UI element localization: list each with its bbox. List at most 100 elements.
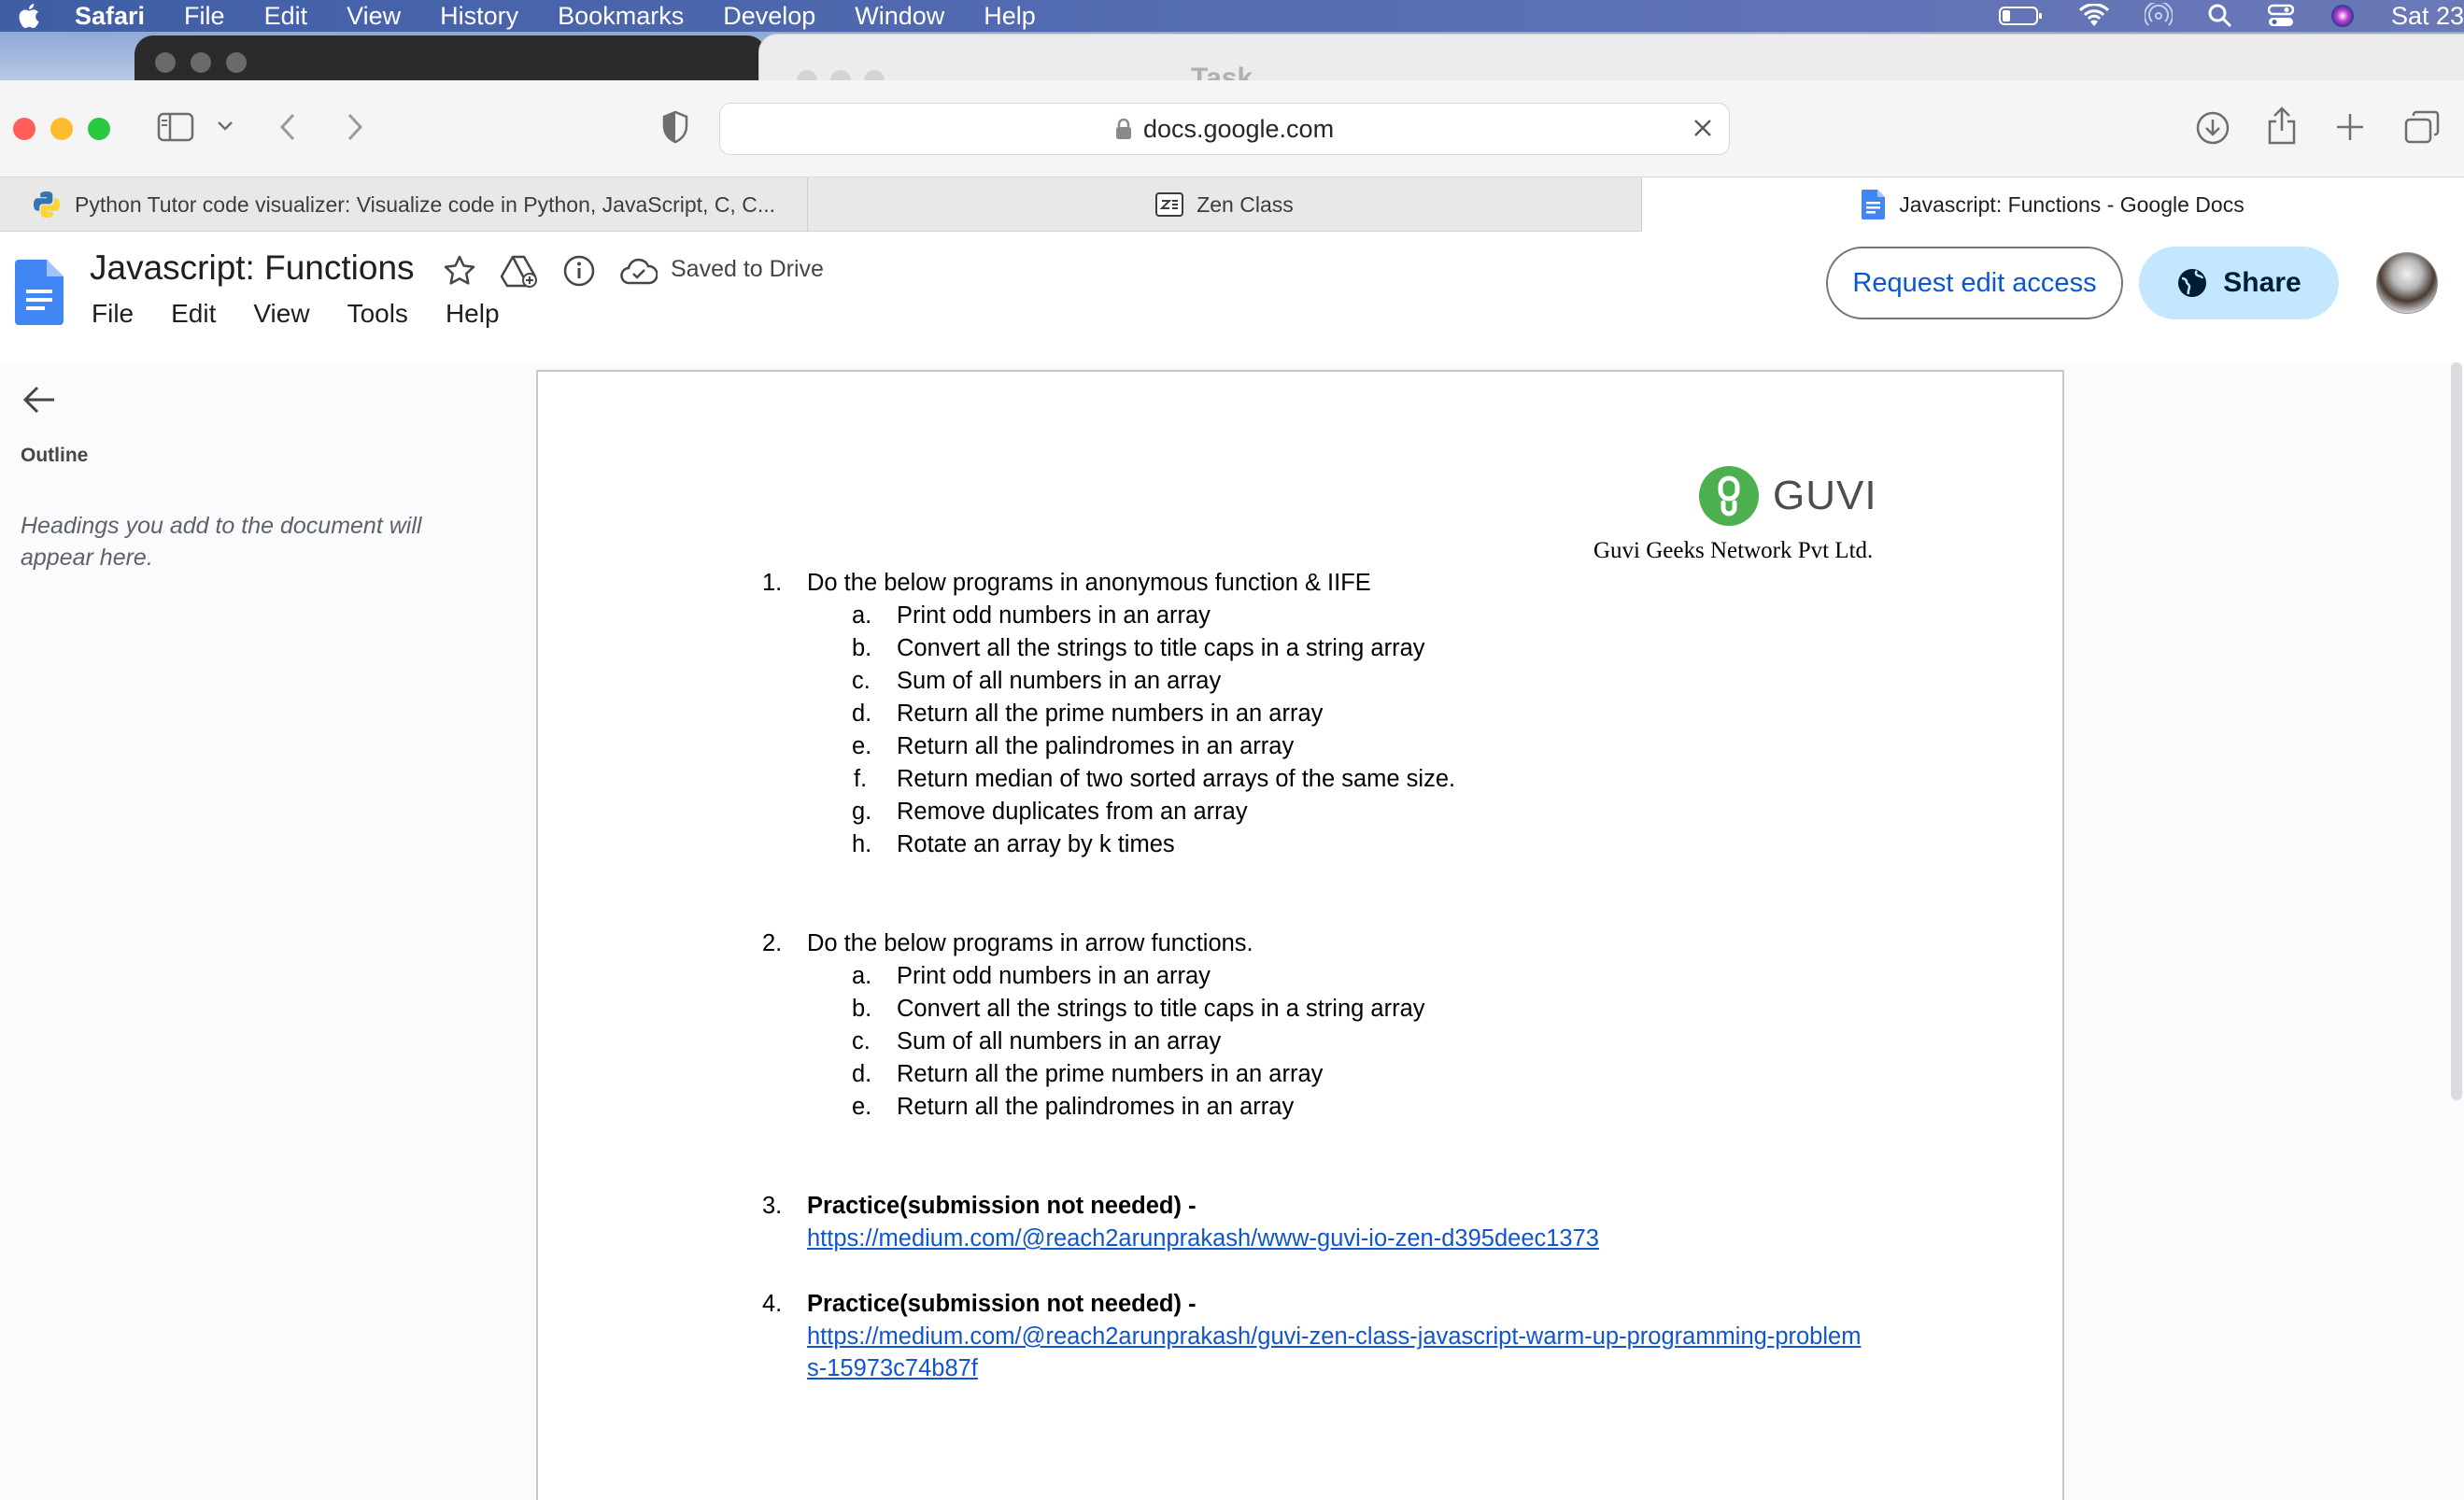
google-docs-favicon-icon xyxy=(1862,189,1886,220)
list-number: 2. xyxy=(762,930,783,956)
menu-file[interactable]: File xyxy=(184,2,225,31)
docs-menu-bar: File Edit View Tools Help xyxy=(92,299,537,329)
move-to-drive-icon[interactable] xyxy=(501,254,538,288)
menu-develop[interactable]: Develop xyxy=(723,2,815,31)
menu-window[interactable]: Window xyxy=(855,2,944,31)
docs-menu-file[interactable]: File xyxy=(92,299,134,329)
address-bar[interactable]: docs.google.com xyxy=(719,103,1730,155)
airdrop-icon[interactable] xyxy=(2144,3,2173,29)
sub-item-text: Return all the palindromes in an array xyxy=(897,733,1295,759)
wifi-icon[interactable] xyxy=(2078,4,2109,28)
share-page-icon[interactable] xyxy=(2266,106,2298,146)
background-window-title: Task xyxy=(1191,63,1253,80)
star-icon[interactable] xyxy=(443,254,476,288)
sub-item-letter: h. xyxy=(852,831,872,857)
window-dot xyxy=(797,70,817,80)
back-arrow-icon[interactable] xyxy=(276,112,299,142)
document-title[interactable]: Javascript: Functions xyxy=(90,248,415,288)
window-minimize-button[interactable] xyxy=(50,118,73,140)
docs-menu-edit[interactable]: Edit xyxy=(171,299,216,329)
practice-heading: Practice(submission not needed) - xyxy=(807,1193,1197,1219)
menu-view[interactable]: View xyxy=(347,2,401,31)
sub-item-letter: c. xyxy=(852,668,871,694)
sub-item-text: Convert all the strings to title caps in… xyxy=(897,635,1425,661)
downloads-icon[interactable] xyxy=(2195,110,2230,146)
window-zoom-button[interactable] xyxy=(88,118,110,140)
sidebar-toggle-icon[interactable] xyxy=(157,112,194,142)
google-docs-logo-icon[interactable] xyxy=(15,260,64,330)
safari-toolbar: docs.google.com xyxy=(0,80,2464,177)
battery-icon[interactable] xyxy=(1998,5,2044,27)
apple-menu-icon[interactable] xyxy=(15,2,41,30)
sub-item-letter: e. xyxy=(852,733,872,759)
list-number: 3. xyxy=(762,1193,783,1219)
macos-menu-bar: Safari File Edit View History Bookmarks … xyxy=(0,0,2464,32)
sub-item-text: Sum of all numbers in an array xyxy=(897,1028,1222,1054)
share-button-label: Share xyxy=(2223,267,2301,298)
menu-history[interactable]: History xyxy=(440,2,518,31)
account-avatar[interactable] xyxy=(2376,252,2438,314)
close-outline-back-arrow-icon[interactable] xyxy=(22,385,56,419)
background-dark-window[interactable] xyxy=(135,35,766,80)
sub-item-text: Print odd numbers in an array xyxy=(897,963,1211,989)
share-button[interactable]: Share xyxy=(2139,247,2339,319)
guvi-logo-icon xyxy=(1699,466,1759,526)
menu-app-safari[interactable]: Safari xyxy=(75,2,145,31)
siri-icon[interactable] xyxy=(2329,3,2356,29)
background-task-window[interactable]: Task xyxy=(758,34,2464,80)
privacy-shield-icon[interactable] xyxy=(661,110,689,144)
window-dot xyxy=(830,70,851,80)
globe-icon xyxy=(2178,269,2207,297)
sub-item-text: Return all the palindromes in an array xyxy=(897,1094,1295,1120)
window-close-button[interactable] xyxy=(13,118,35,140)
guvi-logo-word: GUVI xyxy=(1773,473,1877,518)
request-edit-access-button[interactable]: Request edit access xyxy=(1826,247,2123,319)
menu-bar-clock[interactable]: Sat 23 xyxy=(2391,2,2464,31)
control-center-icon[interactable] xyxy=(2267,4,2294,28)
sub-item-text: Return all the prime numbers in an array xyxy=(897,1061,1324,1087)
menu-bar-status-area: Sat 23 xyxy=(1998,0,2464,32)
spotlight-search-icon[interactable] xyxy=(2208,4,2232,28)
tab-label: Javascript: Functions - Google Docs xyxy=(1899,191,2245,217)
zen-class-favicon-icon xyxy=(1155,192,1184,217)
list-number: 4. xyxy=(762,1291,783,1317)
tab-zen-class[interactable]: Zen Class xyxy=(808,177,1642,232)
new-tab-icon[interactable] xyxy=(2335,112,2365,142)
sub-item-letter: g. xyxy=(852,799,872,825)
list-number: 1. xyxy=(762,570,783,596)
tab-bar: Python Tutor code visualizer: Visualize … xyxy=(0,177,2464,232)
practice-link[interactable]: https://medium.com/@reach2arunprakash/ww… xyxy=(807,1225,1599,1252)
window-dot xyxy=(864,70,885,80)
sub-item-text: Remove duplicates from an array xyxy=(897,799,1248,825)
docs-menu-tools[interactable]: Tools xyxy=(347,299,408,329)
sub-item-text: Rotate an array by k times xyxy=(897,831,1175,857)
document-page[interactable]: GUVI Guvi Geeks Network Pvt Ltd. 1. Do t… xyxy=(536,370,2064,1500)
chevron-down-icon[interactable] xyxy=(217,120,234,133)
window-close-dot xyxy=(155,52,176,73)
menu-bookmarks[interactable]: Bookmarks xyxy=(558,2,684,31)
clear-address-icon[interactable] xyxy=(1690,115,1716,146)
cloud-saved-icon[interactable] xyxy=(620,258,658,286)
menu-help[interactable]: Help xyxy=(984,2,1036,31)
tab-label: Zen Class xyxy=(1197,191,1294,217)
sub-item-letter: a. xyxy=(852,963,872,989)
docs-menu-help[interactable]: Help xyxy=(446,299,500,329)
tab-google-docs[interactable]: Javascript: Functions - Google Docs xyxy=(1642,177,2464,232)
practice-link[interactable]: https://medium.com/@reach2arunprakash/gu… xyxy=(807,1323,1861,1351)
window-minimize-dot xyxy=(191,52,211,73)
guvi-logo: GUVI xyxy=(1698,465,1877,527)
lock-icon xyxy=(1115,118,1131,139)
docs-menu-view[interactable]: View xyxy=(253,299,309,329)
sub-item-letter: d. xyxy=(852,1061,872,1087)
tab-python-tutor[interactable]: Python Tutor code visualizer: Visualize … xyxy=(0,177,808,232)
vertical-scrollbar[interactable] xyxy=(2451,362,2462,1100)
forward-arrow-icon[interactable] xyxy=(344,112,366,142)
background-windows: Task xyxy=(0,32,2464,80)
outline-title: Outline xyxy=(21,445,89,466)
sub-item-letter: f. xyxy=(854,766,868,792)
document-details-info-icon[interactable] xyxy=(562,254,596,288)
practice-link-continued[interactable]: s-15973c74b87f xyxy=(807,1355,978,1382)
tab-overview-icon[interactable] xyxy=(2404,110,2440,144)
menu-edit[interactable]: Edit xyxy=(264,2,308,31)
outline-empty-hint: Headings you add to the document will ap… xyxy=(21,513,422,571)
